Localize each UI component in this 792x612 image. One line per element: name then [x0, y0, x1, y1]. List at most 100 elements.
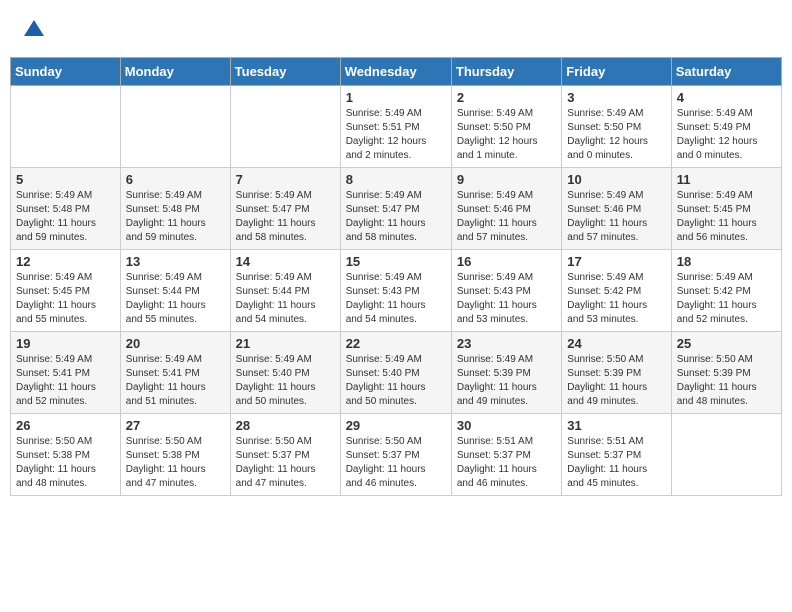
calendar-cell: 8 Sunrise: 5:49 AM Sunset: 5:47 PM Daylig… — [340, 168, 451, 250]
calendar-cell: 30 Sunrise: 5:51 AM Sunset: 5:37 PM Dayli… — [451, 414, 561, 496]
day-number: 20 — [126, 336, 225, 351]
day-info: Sunrise: 5:50 AM Sunset: 5:38 PM Dayligh… — [16, 435, 115, 491]
day-info: Sunrise: 5:49 AM Sunset: 5:41 PM Dayligh… — [16, 353, 115, 409]
day-info: Sunrise: 5:50 AM Sunset: 5:37 PM Dayligh… — [236, 435, 335, 491]
weekday-header-cell: Saturday — [671, 58, 781, 86]
calendar-cell: 29 Sunrise: 5:50 AM Sunset: 5:37 PM Dayli… — [340, 414, 451, 496]
weekday-header-cell: Friday — [562, 58, 671, 86]
calendar-cell — [230, 86, 340, 168]
calendar-cell: 17 Sunrise: 5:49 AM Sunset: 5:42 PM Dayli… — [562, 250, 671, 332]
day-info: Sunrise: 5:49 AM Sunset: 5:42 PM Dayligh… — [677, 271, 776, 327]
day-info: Sunrise: 5:49 AM Sunset: 5:46 PM Dayligh… — [457, 189, 556, 245]
day-info: Sunrise: 5:49 AM Sunset: 5:47 PM Dayligh… — [236, 189, 335, 245]
calendar-cell: 4 Sunrise: 5:49 AM Sunset: 5:49 PM Daylig… — [671, 86, 781, 168]
calendar-cell: 16Sunrise: 5:49 AM Sunset: 5:43 PM Dayli… — [451, 250, 561, 332]
day-info: Sunrise: 5:49 AM Sunset: 5:48 PM Dayligh… — [16, 189, 115, 245]
day-number: 23 — [457, 336, 556, 351]
day-number: 29 — [346, 418, 446, 433]
day-number: 31 — [567, 418, 665, 433]
day-number: 17 — [567, 254, 665, 269]
calendar-cell: 19 Sunrise: 5:49 AM Sunset: 5:41 PM Dayli… — [11, 332, 121, 414]
day-info: Sunrise: 5:49 AM Sunset: 5:40 PM Dayligh… — [236, 353, 335, 409]
day-number: 2 — [457, 90, 556, 105]
day-info: Sunrise: 5:50 AM Sunset: 5:38 PM Dayligh… — [126, 435, 225, 491]
day-number: 22 — [346, 336, 446, 351]
day-info: Sunrise: 5:49 AM Sunset: 5:51 PM Dayligh… — [346, 107, 446, 163]
weekday-header-cell: Thursday — [451, 58, 561, 86]
calendar-cell — [120, 86, 230, 168]
day-number: 27 — [126, 418, 225, 433]
calendar-cell: 28 Sunrise: 5:50 AM Sunset: 5:37 PM Dayli… — [230, 414, 340, 496]
day-number: 3 — [567, 90, 665, 105]
day-info: Sunrise: 5:49 AM Sunset: 5:44 PM Dayligh… — [126, 271, 225, 327]
calendar-cell: 6Sunrise: 5:49 AM Sunset: 5:48 PM Daylig… — [120, 168, 230, 250]
calendar-cell: 3 Sunrise: 5:49 AM Sunset: 5:50 PM Daylig… — [562, 86, 671, 168]
calendar-cell: 27 Sunrise: 5:50 AM Sunset: 5:38 PM Dayli… — [120, 414, 230, 496]
day-number: 8 — [346, 172, 446, 187]
day-info: Sunrise: 5:49 AM Sunset: 5:41 PM Dayligh… — [126, 353, 225, 409]
calendar-cell: 24Sunrise: 5:50 AM Sunset: 5:39 PM Dayli… — [562, 332, 671, 414]
day-number: 19 — [16, 336, 115, 351]
day-number: 15 — [346, 254, 446, 269]
calendar-cell: 31Sunrise: 5:51 AM Sunset: 5:37 PM Dayli… — [562, 414, 671, 496]
day-info: Sunrise: 5:49 AM Sunset: 5:47 PM Dayligh… — [346, 189, 446, 245]
day-info: Sunrise: 5:51 AM Sunset: 5:37 PM Dayligh… — [457, 435, 556, 491]
calendar-cell: 15 Sunrise: 5:49 AM Sunset: 5:43 PM Dayli… — [340, 250, 451, 332]
day-number: 4 — [677, 90, 776, 105]
day-number: 7 — [236, 172, 335, 187]
weekday-header-cell: Tuesday — [230, 58, 340, 86]
calendar-cell: 1Sunrise: 5:49 AM Sunset: 5:51 PM Daylig… — [340, 86, 451, 168]
calendar-cell: 22 Sunrise: 5:49 AM Sunset: 5:40 PM Dayli… — [340, 332, 451, 414]
calendar-cell: 11 Sunrise: 5:49 AM Sunset: 5:45 PM Dayli… — [671, 168, 781, 250]
calendar-cell: 12 Sunrise: 5:49 AM Sunset: 5:45 PM Dayli… — [11, 250, 121, 332]
day-info: Sunrise: 5:49 AM Sunset: 5:50 PM Dayligh… — [567, 107, 665, 163]
day-info: Sunrise: 5:49 AM Sunset: 5:40 PM Dayligh… — [346, 353, 446, 409]
day-info: Sunrise: 5:49 AM Sunset: 5:43 PM Dayligh… — [346, 271, 446, 327]
day-number: 12 — [16, 254, 115, 269]
calendar-cell: 5Sunrise: 5:49 AM Sunset: 5:48 PM Daylig… — [11, 168, 121, 250]
day-number: 11 — [677, 172, 776, 187]
day-info: Sunrise: 5:49 AM Sunset: 5:45 PM Dayligh… — [677, 189, 776, 245]
day-info: Sunrise: 5:50 AM Sunset: 5:39 PM Dayligh… — [567, 353, 665, 409]
calendar: SundayMondayTuesdayWednesdayThursdayFrid… — [10, 57, 782, 496]
day-info: Sunrise: 5:49 AM Sunset: 5:42 PM Dayligh… — [567, 271, 665, 327]
calendar-week-row: 1Sunrise: 5:49 AM Sunset: 5:51 PM Daylig… — [11, 86, 782, 168]
day-number: 14 — [236, 254, 335, 269]
day-info: Sunrise: 5:50 AM Sunset: 5:37 PM Dayligh… — [346, 435, 446, 491]
calendar-cell: 2Sunrise: 5:49 AM Sunset: 5:50 PM Daylig… — [451, 86, 561, 168]
logo-icon — [22, 18, 46, 42]
calendar-cell: 23 Sunrise: 5:49 AM Sunset: 5:39 PM Dayli… — [451, 332, 561, 414]
day-info: Sunrise: 5:49 AM Sunset: 5:45 PM Dayligh… — [16, 271, 115, 327]
calendar-body: 1Sunrise: 5:49 AM Sunset: 5:51 PM Daylig… — [11, 86, 782, 496]
calendar-cell: 7 Sunrise: 5:49 AM Sunset: 5:47 PM Daylig… — [230, 168, 340, 250]
weekday-header-cell: Sunday — [11, 58, 121, 86]
calendar-cell: 14 Sunrise: 5:49 AM Sunset: 5:44 PM Dayli… — [230, 250, 340, 332]
calendar-cell — [671, 414, 781, 496]
calendar-cell — [11, 86, 121, 168]
calendar-week-row: 12 Sunrise: 5:49 AM Sunset: 5:45 PM Dayli… — [11, 250, 782, 332]
calendar-week-row: 26 Sunrise: 5:50 AM Sunset: 5:38 PM Dayli… — [11, 414, 782, 496]
calendar-week-row: 19 Sunrise: 5:49 AM Sunset: 5:41 PM Dayli… — [11, 332, 782, 414]
weekday-header-cell: Monday — [120, 58, 230, 86]
day-info: Sunrise: 5:49 AM Sunset: 5:49 PM Dayligh… — [677, 107, 776, 163]
day-info: Sunrise: 5:49 AM Sunset: 5:46 PM Dayligh… — [567, 189, 665, 245]
header — [10, 10, 782, 53]
day-info: Sunrise: 5:49 AM Sunset: 5:44 PM Dayligh… — [236, 271, 335, 327]
day-info: Sunrise: 5:49 AM Sunset: 5:39 PM Dayligh… — [457, 353, 556, 409]
calendar-week-row: 5Sunrise: 5:49 AM Sunset: 5:48 PM Daylig… — [11, 168, 782, 250]
day-number: 28 — [236, 418, 335, 433]
day-number: 26 — [16, 418, 115, 433]
day-info: Sunrise: 5:50 AM Sunset: 5:39 PM Dayligh… — [677, 353, 776, 409]
weekday-header-row: SundayMondayTuesdayWednesdayThursdayFrid… — [11, 58, 782, 86]
calendar-cell: 9Sunrise: 5:49 AM Sunset: 5:46 PM Daylig… — [451, 168, 561, 250]
day-number: 10 — [567, 172, 665, 187]
calendar-cell: 25Sunrise: 5:50 AM Sunset: 5:39 PM Dayli… — [671, 332, 781, 414]
calendar-cell: 21 Sunrise: 5:49 AM Sunset: 5:40 PM Dayli… — [230, 332, 340, 414]
calendar-cell: 18 Sunrise: 5:49 AM Sunset: 5:42 PM Dayli… — [671, 250, 781, 332]
calendar-cell: 13Sunrise: 5:49 AM Sunset: 5:44 PM Dayli… — [120, 250, 230, 332]
day-number: 30 — [457, 418, 556, 433]
day-number: 18 — [677, 254, 776, 269]
day-info: Sunrise: 5:49 AM Sunset: 5:48 PM Dayligh… — [126, 189, 225, 245]
day-number: 21 — [236, 336, 335, 351]
calendar-cell: 26 Sunrise: 5:50 AM Sunset: 5:38 PM Dayli… — [11, 414, 121, 496]
